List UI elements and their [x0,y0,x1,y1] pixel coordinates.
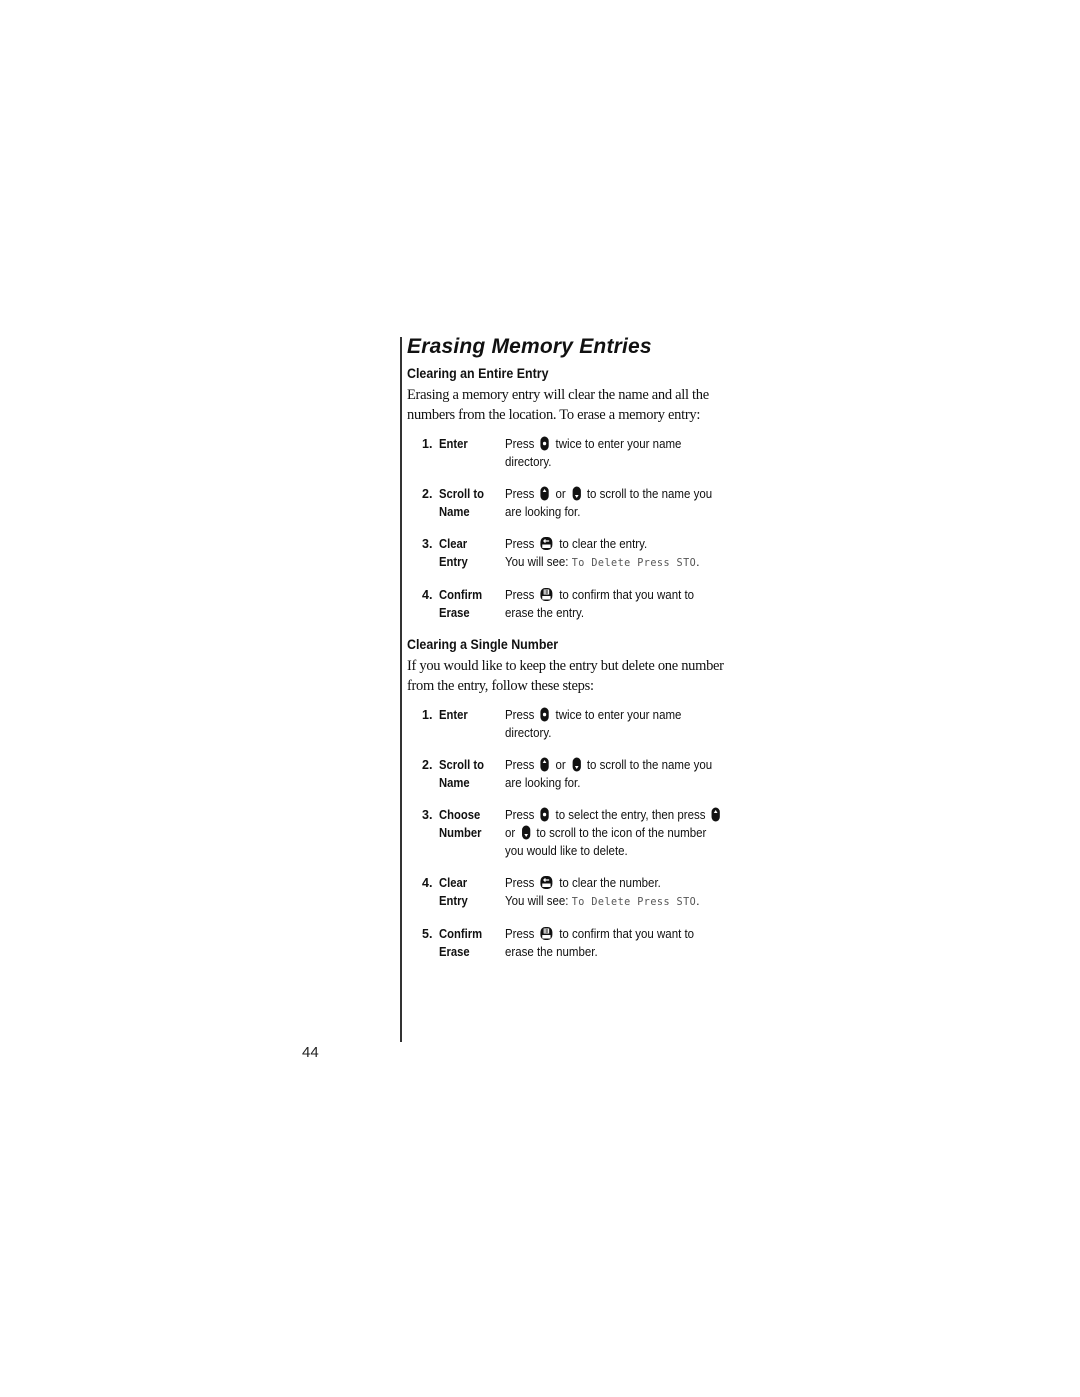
step-item: 4. Confirm Erase Press to confirm that you… [407,586,752,622]
steps-single-number: 1. Enter Press twice to enter your name di… [407,706,752,961]
step-item: 4. Clear Entry Press to clear the number. Y… [407,874,752,911]
step-item: 2. Scroll to Name Press or to scroll to th… [407,485,752,521]
scroll-up-key-icon [540,757,550,772]
steps-entire-entry: 1. Enter Press twice to enter your name di… [407,435,752,622]
step-number: 3. [422,537,433,551]
step-label: Clear Entry [439,876,468,908]
scroll-up-key-icon [711,807,721,822]
section-heading-single-number: Clearing a Single Number [407,637,559,652]
step-label: Clear Entry [439,537,468,569]
step-label: Confirm Erase [439,927,483,959]
step-number: 2. [422,758,433,772]
step-item: 1. Enter Press twice to enter your name di… [407,435,752,471]
step-label: Choose Number [439,808,482,840]
step-description: Press or to scroll to the name you are l… [505,486,713,519]
store-key-icon [540,587,553,602]
scroll-down-key-icon [572,757,581,772]
step-item: 5. Confirm Erase Press to confirm that you… [407,925,752,961]
scroll-down-key-icon [521,825,530,840]
step-label: Enter [439,437,468,451]
step-item: 3. Choose Number Press to select the entry… [407,806,752,860]
step-description: Press to confirm that you want to erase … [505,587,695,620]
step-description: Press to clear the number. You will see: … [505,875,700,908]
scroll-up-key-icon [540,486,550,501]
step-label: Scroll to Name [439,758,485,790]
step-label: Confirm Erase [439,588,483,620]
step-item: 3. Clear Entry Press to clear the entry. Yo… [407,535,752,572]
step-number: 4. [422,876,433,890]
page-number: 44 [302,1044,319,1061]
step-item: 2. Scroll to Name Press or to scroll to th… [407,756,752,792]
step-label: Enter [439,708,468,722]
store-key-icon [540,926,553,941]
step-description: Press or to scroll to the name you are l… [505,757,713,790]
step-number: 1. [422,708,433,722]
step-description: Press twice to enter your name directory… [505,436,682,469]
step-description: Press twice to enter your name directory… [505,707,682,740]
step-description: Press to clear the entry. You will see: T… [505,536,700,569]
clear-key-icon [540,875,553,890]
clear-key-icon [540,536,553,551]
step-number: 4. [422,588,433,602]
section-intro-entire-entry: Erasing a memory entry will clear the na… [407,387,709,423]
display-message: To Delete Press STO [571,556,697,569]
margin-rule [400,337,402,1042]
step-number: 3. [422,808,433,822]
step-item: 1. Enter Press twice to enter your name di… [407,706,752,742]
step-number: 2. [422,487,433,501]
step-label: Scroll to Name [439,487,485,519]
display-message: To Delete Press STO [571,895,697,908]
page-title: Erasing Memory Entries [407,335,652,358]
page-content: Erasing Memory Entries Clearing an Entir… [407,333,752,975]
step-number: 5. [422,927,433,941]
section-intro-single-number: If you would like to keep the entry but … [407,658,724,694]
step-number: 1. [422,437,433,451]
menu-key-icon [540,707,550,722]
scroll-down-key-icon [572,486,581,501]
menu-key-icon [540,436,550,451]
section-heading-entire-entry: Clearing an Entire Entry [407,366,549,381]
step-description: Press to confirm that you want to erase … [505,926,695,959]
menu-key-icon [540,807,550,822]
step-description: Press to select the entry, then press or… [505,806,726,860]
